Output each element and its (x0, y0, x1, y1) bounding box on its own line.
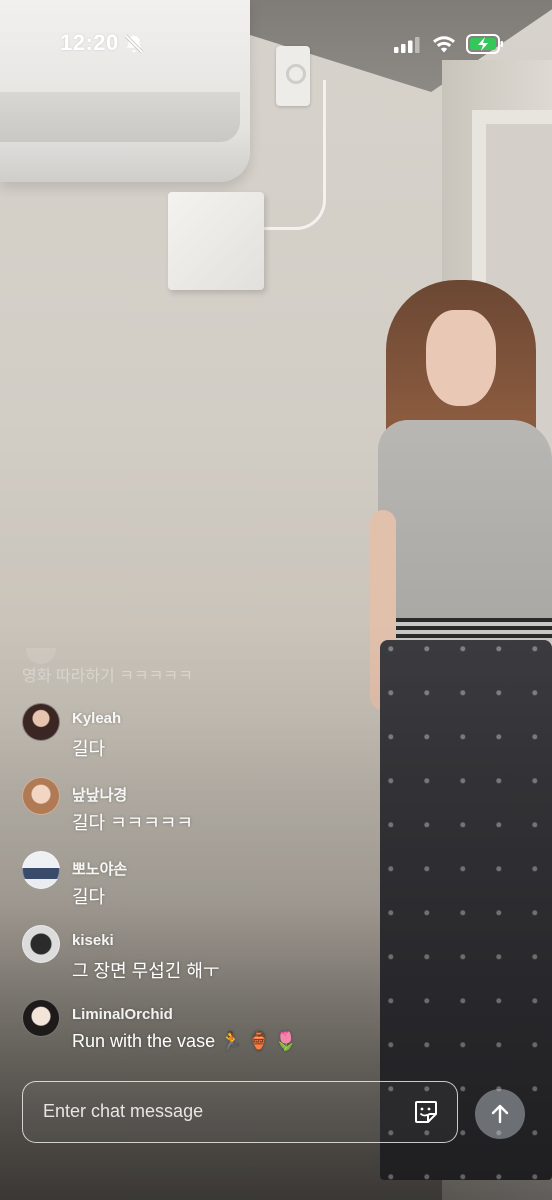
streamer-face (426, 310, 496, 406)
air-conditioner (0, 0, 250, 182)
chat-username[interactable]: Kyleah (72, 710, 121, 727)
wall-outlet (276, 46, 310, 106)
chat-message: 뽀노야손 길다 (22, 851, 442, 917)
chat-message-input[interactable] (43, 1082, 403, 1141)
faded-chat-message: 영화 따라하기 ㅋㅋㅋㅋㅋ (22, 668, 193, 685)
chat-username[interactable]: 뽀노야손 (72, 858, 127, 879)
chat-message: LiminalOrchid Run with the vase 🏃 🏺 🌷 (22, 999, 442, 1065)
chat-text: 길다 ㅋㅋㅋㅋㅋ (72, 813, 193, 833)
avatar[interactable] (22, 925, 60, 963)
chat-text: 그 장면 무섭긴 해ㅜ (72, 961, 220, 981)
chat-text: 길다 (72, 739, 106, 759)
chat-text: 길다 (72, 887, 106, 907)
chat-message: Kyleah 길다 (22, 703, 442, 769)
chat-message: 낲낲나경 길다 ㅋㅋㅋㅋㅋ (22, 777, 442, 843)
chat-username[interactable]: LiminalOrchid (72, 1006, 173, 1023)
junction-box (168, 192, 264, 290)
chat-username[interactable]: kiseki (72, 932, 114, 949)
sticker-icon[interactable] (413, 1099, 439, 1125)
chat-text: Run with the vase 🏃 🏺 🌷 (72, 1031, 298, 1051)
avatar[interactable] (22, 999, 60, 1037)
send-button[interactable] (475, 1089, 525, 1139)
streamer-top (378, 420, 552, 640)
arrow-up-icon (491, 1104, 509, 1124)
chat-message: kiseki 그 장면 무섭긴 해ㅜ (22, 925, 442, 991)
avatar[interactable] (22, 777, 60, 815)
chat-input-box[interactable] (22, 1081, 458, 1143)
avatar[interactable] (22, 851, 60, 889)
avatar[interactable] (22, 703, 60, 741)
chat-username[interactable]: 낲낲나경 (72, 784, 127, 805)
